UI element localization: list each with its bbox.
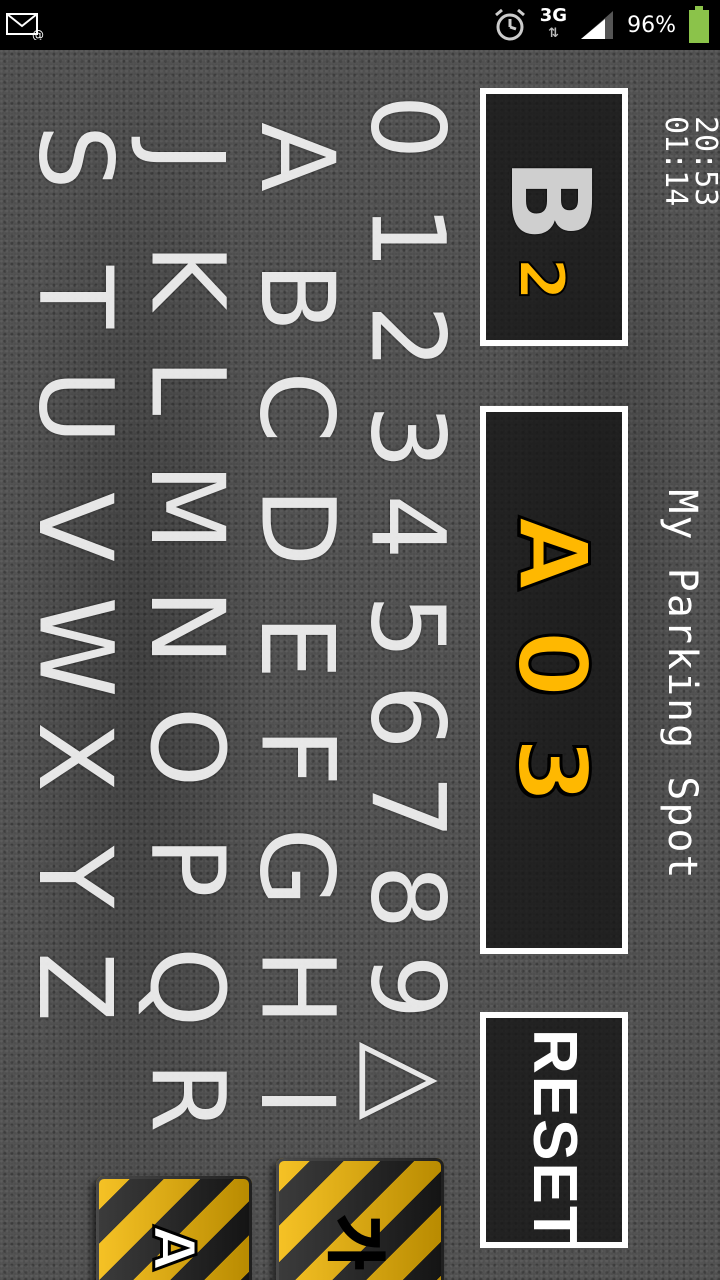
alarm-icon	[494, 8, 525, 41]
latin-mode-button[interactable]: A	[96, 1176, 252, 1280]
backspace-key[interactable]: △	[346, 1026, 466, 1136]
key-h[interactable]: H	[236, 932, 356, 1042]
spot-panel[interactable]: A03	[480, 406, 628, 954]
clock: 20:53 01:14	[656, 116, 720, 244]
svg-text:@: @	[32, 28, 44, 40]
current-time: 20:53	[688, 116, 720, 207]
key-v[interactable]: V	[14, 472, 134, 582]
mail-icon: @	[6, 13, 44, 40]
key-4[interactable]: 4	[346, 472, 466, 582]
key-r[interactable]: R	[126, 1042, 246, 1152]
key-g[interactable]: G	[236, 812, 356, 922]
key-x[interactable]: X	[14, 702, 134, 812]
key-q[interactable]: Q	[126, 932, 246, 1042]
floor-letter: B	[486, 158, 614, 242]
network-type: 3G	[539, 5, 568, 26]
key-f[interactable]: F	[236, 702, 356, 812]
key-i[interactable]: I	[236, 1046, 356, 1156]
parking-screen: 20:53 01:14 My Parking Spot B 2 A03 RESE…	[0, 50, 720, 1280]
status-right: 3G ⇅ 96%	[492, 0, 710, 50]
key-b[interactable]: B	[236, 242, 356, 352]
floor-number: 2	[504, 256, 579, 301]
key-0[interactable]: 0	[346, 72, 466, 182]
key-j[interactable]: J	[126, 102, 246, 212]
latin-mode-label: A	[139, 1224, 210, 1272]
key-a[interactable]: A	[236, 102, 356, 212]
key-d[interactable]: D	[236, 472, 356, 582]
key-u[interactable]: U	[14, 352, 134, 462]
elapsed-time: 01:14	[658, 116, 693, 207]
signal-icon	[581, 11, 614, 39]
spot-number: A03	[495, 515, 610, 846]
key-c[interactable]: C	[236, 352, 356, 462]
key-s[interactable]: S	[14, 102, 134, 212]
korean-mode-label: 가	[320, 1214, 391, 1270]
key-1[interactable]: 1	[346, 182, 466, 292]
key-m[interactable]: M	[126, 452, 246, 562]
key-t[interactable]: T	[14, 242, 134, 352]
status-bar: @ 3G ⇅ 96%	[0, 0, 720, 50]
key-2[interactable]: 2	[346, 282, 466, 392]
floor-panel[interactable]: B 2	[480, 88, 628, 346]
reset-button[interactable]: RESET	[480, 1012, 628, 1248]
key-w[interactable]: W	[14, 592, 134, 702]
korean-mode-button[interactable]: 가	[276, 1158, 444, 1280]
battery-percent: 96%	[627, 12, 676, 38]
battery-icon	[689, 6, 709, 43]
app-title: My Parking Spot	[659, 489, 705, 881]
key-o[interactable]: O	[126, 692, 246, 802]
key-l[interactable]: L	[126, 332, 246, 442]
key-n[interactable]: N	[126, 572, 246, 682]
key-y[interactable]: Y	[14, 822, 134, 932]
reset-label: RESET	[520, 1029, 589, 1246]
key-k[interactable]: K	[126, 222, 246, 332]
key-z[interactable]: Z	[14, 932, 134, 1042]
network-indicator: 3G ⇅	[540, 7, 567, 43]
key-p[interactable]: P	[126, 812, 246, 922]
backspace-triangle-icon: △	[346, 1041, 466, 1121]
key-e[interactable]: E	[236, 592, 356, 702]
data-arrows-icon: ⇅	[547, 26, 559, 41]
